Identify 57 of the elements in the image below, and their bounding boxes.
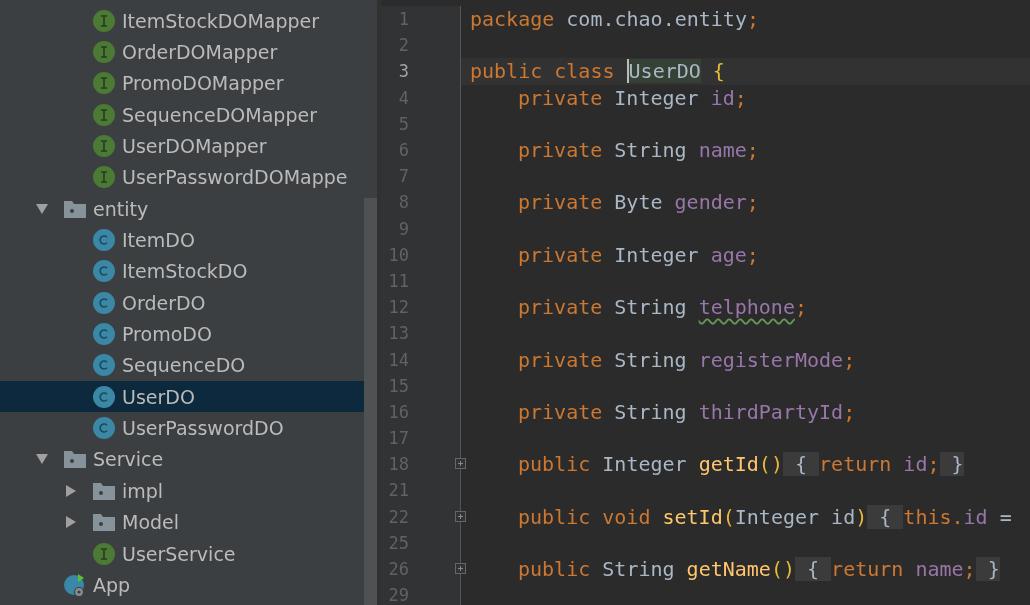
code-line: public Integer getId() { return id; } bbox=[518, 452, 964, 477]
code-line: private String telphone; bbox=[518, 295, 807, 320]
tree-item[interactable]: OrderDOMapper bbox=[0, 36, 364, 68]
tree-item[interactable]: PromoDOMapper bbox=[0, 67, 364, 100]
expand-fold-icon[interactable] bbox=[455, 458, 466, 470]
interface-icon bbox=[93, 166, 115, 189]
class-icon bbox=[93, 260, 115, 283]
code-line: private Integer age; bbox=[518, 242, 759, 267]
tree-item[interactable]: App bbox=[0, 569, 364, 601]
code-line: private String registerMode; bbox=[518, 347, 856, 372]
tree-item[interactable]: ItemStockDOMapper bbox=[0, 5, 364, 37]
code-line: public void setId(Integer id) { this.id = bbox=[518, 504, 1012, 529]
collapse-arrow-icon[interactable] bbox=[35, 201, 49, 216]
scrollbar-thumb[interactable] bbox=[364, 198, 377, 605]
tree-item[interactable]: UserDO bbox=[0, 381, 364, 413]
class-icon bbox=[93, 385, 115, 408]
tree-item[interactable]: impl bbox=[0, 475, 364, 507]
folder-icon bbox=[93, 513, 115, 532]
expand-arrow-icon[interactable] bbox=[64, 515, 78, 530]
tree-item[interactable]: ItemStockDO bbox=[0, 255, 364, 288]
expand-fold-icon[interactable] bbox=[455, 510, 466, 522]
tree-item[interactable]: OrderDO bbox=[0, 287, 364, 319]
interface-icon bbox=[93, 72, 115, 95]
interface-icon bbox=[93, 542, 115, 565]
tree-item[interactable]: UserPasswordDOMappe bbox=[0, 161, 364, 194]
interface-icon bbox=[93, 135, 115, 158]
code-line: private Byte gender; bbox=[518, 190, 759, 215]
tree-item[interactable]: SequenceDOMapper bbox=[0, 99, 364, 131]
code-line: public String getName() { return name; } bbox=[518, 557, 1000, 582]
code-line: private String thirdPartyId; bbox=[518, 399, 856, 424]
tree-item[interactable]: ItemDO bbox=[0, 224, 364, 256]
tree-item[interactable]: Service bbox=[0, 443, 364, 476]
class-icon bbox=[93, 323, 115, 346]
tree-item[interactable]: SequenceDO bbox=[0, 349, 364, 382]
code-line: private String name; bbox=[518, 138, 759, 163]
expand-arrow-icon[interactable] bbox=[64, 483, 78, 498]
tree-item[interactable]: UserDOMapper bbox=[0, 130, 364, 162]
interface-icon bbox=[93, 41, 115, 63]
tree-item[interactable]: UserService bbox=[0, 537, 364, 570]
folder-icon bbox=[64, 450, 86, 469]
interface-icon bbox=[93, 9, 115, 32]
line-number: 3 bbox=[397, 61, 409, 82]
class-icon bbox=[93, 291, 115, 314]
tree-item[interactable]: Model bbox=[0, 506, 364, 538]
class-icon bbox=[93, 417, 115, 440]
expand-fold-icon[interactable] bbox=[455, 562, 466, 574]
code-line: private Integer id; bbox=[518, 85, 747, 110]
folder-icon bbox=[93, 481, 115, 500]
tree-item[interactable]: PromoDO bbox=[0, 318, 364, 350]
tree-item[interactable]: entity bbox=[0, 193, 364, 225]
folder-icon bbox=[64, 199, 86, 218]
class-icon bbox=[93, 229, 115, 252]
interface-icon bbox=[93, 103, 115, 126]
code-line: public class UserDO { bbox=[470, 59, 725, 84]
tree-item[interactable]: UserPasswordDO bbox=[0, 412, 364, 444]
code-line: package com.chao.entity; bbox=[470, 7, 759, 32]
class-icon bbox=[93, 354, 115, 377]
